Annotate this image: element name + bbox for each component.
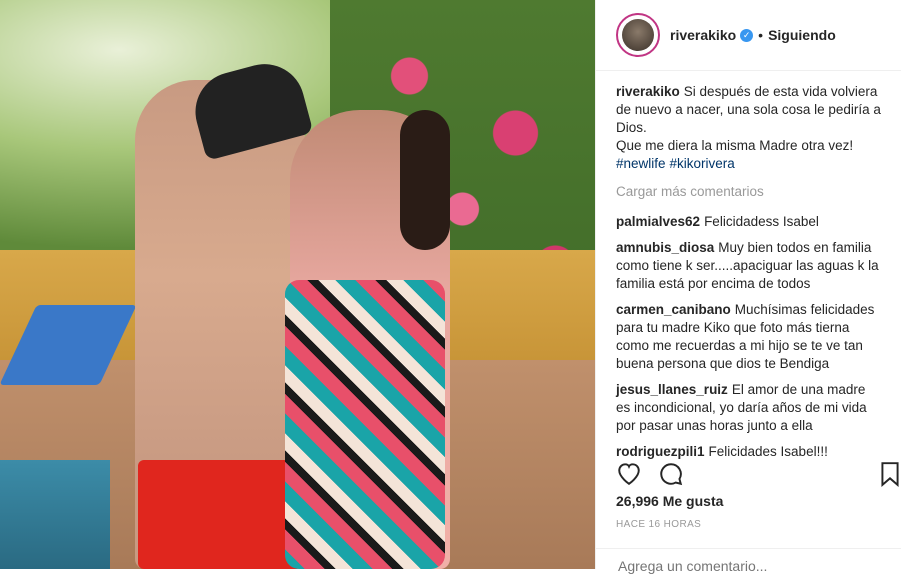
photo-hair bbox=[400, 110, 450, 250]
caption-text-2: Que me diera la misma Madre otra vez! bbox=[616, 138, 854, 153]
list-item: amnubis_diosa Muy bien todos en familia c… bbox=[616, 239, 882, 293]
comments-list: riverakiko Si después de esta vida volvie… bbox=[596, 71, 901, 461]
comment-text: Felicidadess Isabel bbox=[704, 214, 819, 229]
photo-shorts bbox=[138, 460, 303, 569]
likes-count[interactable]: 26,996 Me gusta bbox=[616, 493, 723, 509]
comment-input[interactable] bbox=[616, 557, 870, 575]
post-timestamp: HACE 16 HORAS bbox=[616, 519, 702, 530]
caption: riverakiko Si después de esta vida volvie… bbox=[616, 83, 882, 173]
separator-dot: • bbox=[758, 27, 764, 43]
photo-pool bbox=[0, 460, 110, 569]
avatar[interactable] bbox=[616, 13, 660, 57]
comment-username[interactable]: carmen_canibano bbox=[616, 302, 731, 317]
header-username[interactable]: riverakiko bbox=[670, 27, 736, 43]
list-item: carmen_canibano Muchísimas felicidades pa… bbox=[616, 301, 882, 373]
verified-icon: ✓ bbox=[740, 28, 754, 42]
post-side-panel: riverakiko ✓ • Siguiendo riverakiko Si de… bbox=[595, 0, 901, 575]
list-item: palmialves62 Felicidadess Isabel bbox=[616, 213, 882, 231]
post-actions bbox=[616, 455, 901, 491]
hashtag-kikorivera[interactable]: #kikorivera bbox=[670, 156, 735, 171]
comment-username[interactable]: amnubis_diosa bbox=[616, 240, 714, 255]
post-photo[interactable] bbox=[0, 0, 595, 569]
photo-dress bbox=[285, 280, 445, 569]
list-item: jesus_llanes_ruiz El amor de una madre es… bbox=[616, 381, 882, 435]
follow-status-button[interactable]: Siguiendo bbox=[768, 27, 836, 43]
comment-username[interactable]: jesus_llanes_ruiz bbox=[616, 382, 728, 397]
hashtag-newlife[interactable]: #newlife bbox=[616, 156, 666, 171]
add-comment-bar bbox=[596, 548, 901, 575]
post-header: riverakiko ✓ • Siguiendo bbox=[596, 0, 901, 71]
comment-icon[interactable] bbox=[658, 461, 684, 487]
avatar-image bbox=[622, 19, 654, 51]
heart-icon[interactable] bbox=[616, 461, 642, 485]
comment-username[interactable]: palmialves62 bbox=[616, 214, 700, 229]
load-more-comments-button[interactable]: Cargar más comentarios bbox=[616, 183, 882, 201]
bookmark-icon[interactable] bbox=[880, 461, 900, 487]
caption-username[interactable]: riverakiko bbox=[616, 84, 680, 99]
